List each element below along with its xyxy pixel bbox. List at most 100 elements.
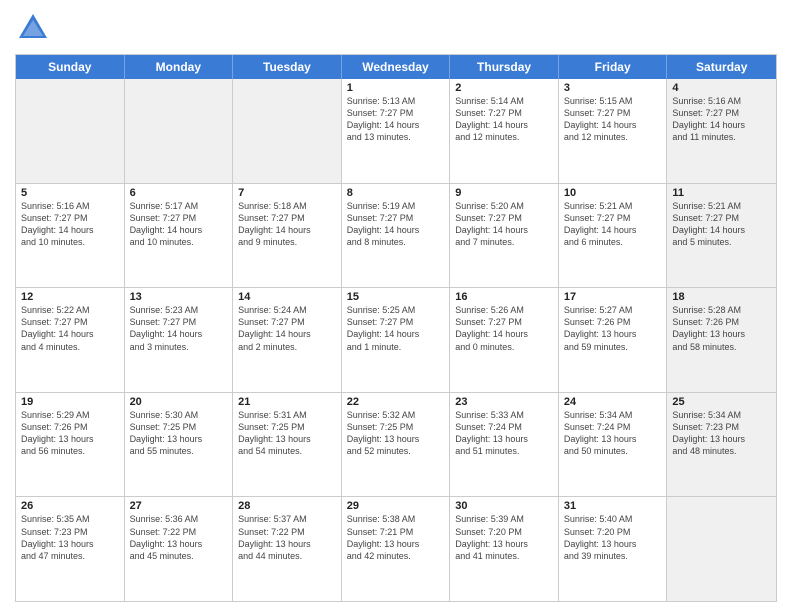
calendar-body: 1Sunrise: 5:13 AM Sunset: 7:27 PM Daylig… <box>16 79 776 601</box>
calendar-cell-day-9: 9Sunrise: 5:20 AM Sunset: 7:27 PM Daylig… <box>450 184 559 288</box>
day-number: 15 <box>347 291 445 303</box>
day-info: Sunrise: 5:25 AM Sunset: 7:27 PM Dayligh… <box>347 304 445 353</box>
day-number: 4 <box>672 82 771 94</box>
calendar-cell-day-18: 18Sunrise: 5:28 AM Sunset: 7:26 PM Dayli… <box>667 288 776 392</box>
day-info: Sunrise: 5:37 AM Sunset: 7:22 PM Dayligh… <box>238 513 336 562</box>
day-number: 5 <box>21 187 119 199</box>
day-number: 24 <box>564 396 662 408</box>
day-info: Sunrise: 5:33 AM Sunset: 7:24 PM Dayligh… <box>455 409 553 458</box>
calendar-cell-day-16: 16Sunrise: 5:26 AM Sunset: 7:27 PM Dayli… <box>450 288 559 392</box>
day-number: 3 <box>564 82 662 94</box>
header <box>15 10 777 46</box>
calendar-cell-empty <box>233 79 342 183</box>
day-info: Sunrise: 5:13 AM Sunset: 7:27 PM Dayligh… <box>347 95 445 144</box>
day-info: Sunrise: 5:29 AM Sunset: 7:26 PM Dayligh… <box>21 409 119 458</box>
calendar-row-2: 12Sunrise: 5:22 AM Sunset: 7:27 PM Dayli… <box>16 287 776 392</box>
day-number: 14 <box>238 291 336 303</box>
calendar-cell-day-6: 6Sunrise: 5:17 AM Sunset: 7:27 PM Daylig… <box>125 184 234 288</box>
calendar-cell-day-1: 1Sunrise: 5:13 AM Sunset: 7:27 PM Daylig… <box>342 79 451 183</box>
calendar-cell-day-20: 20Sunrise: 5:30 AM Sunset: 7:25 PM Dayli… <box>125 393 234 497</box>
day-info: Sunrise: 5:21 AM Sunset: 7:27 PM Dayligh… <box>672 200 771 249</box>
calendar-header: SundayMondayTuesdayWednesdayThursdayFrid… <box>16 55 776 79</box>
calendar-cell-day-27: 27Sunrise: 5:36 AM Sunset: 7:22 PM Dayli… <box>125 497 234 601</box>
day-of-week-sunday: Sunday <box>16 55 125 79</box>
day-number: 2 <box>455 82 553 94</box>
day-number: 28 <box>238 500 336 512</box>
day-of-week-friday: Friday <box>559 55 668 79</box>
calendar-cell-day-31: 31Sunrise: 5:40 AM Sunset: 7:20 PM Dayli… <box>559 497 668 601</box>
day-info: Sunrise: 5:20 AM Sunset: 7:27 PM Dayligh… <box>455 200 553 249</box>
calendar-row-1: 5Sunrise: 5:16 AM Sunset: 7:27 PM Daylig… <box>16 183 776 288</box>
day-number: 27 <box>130 500 228 512</box>
logo <box>15 10 55 46</box>
day-info: Sunrise: 5:40 AM Sunset: 7:20 PM Dayligh… <box>564 513 662 562</box>
day-info: Sunrise: 5:21 AM Sunset: 7:27 PM Dayligh… <box>564 200 662 249</box>
day-info: Sunrise: 5:23 AM Sunset: 7:27 PM Dayligh… <box>130 304 228 353</box>
page: SundayMondayTuesdayWednesdayThursdayFrid… <box>0 0 792 612</box>
day-info: Sunrise: 5:34 AM Sunset: 7:23 PM Dayligh… <box>672 409 771 458</box>
day-of-week-wednesday: Wednesday <box>342 55 451 79</box>
day-number: 23 <box>455 396 553 408</box>
day-number: 13 <box>130 291 228 303</box>
day-info: Sunrise: 5:26 AM Sunset: 7:27 PM Dayligh… <box>455 304 553 353</box>
calendar-row-0: 1Sunrise: 5:13 AM Sunset: 7:27 PM Daylig… <box>16 79 776 183</box>
day-info: Sunrise: 5:16 AM Sunset: 7:27 PM Dayligh… <box>672 95 771 144</box>
day-info: Sunrise: 5:31 AM Sunset: 7:25 PM Dayligh… <box>238 409 336 458</box>
calendar-cell-empty <box>125 79 234 183</box>
day-number: 31 <box>564 500 662 512</box>
calendar-row-4: 26Sunrise: 5:35 AM Sunset: 7:23 PM Dayli… <box>16 496 776 601</box>
calendar-cell-day-30: 30Sunrise: 5:39 AM Sunset: 7:20 PM Dayli… <box>450 497 559 601</box>
calendar-cell-day-11: 11Sunrise: 5:21 AM Sunset: 7:27 PM Dayli… <box>667 184 776 288</box>
day-of-week-saturday: Saturday <box>667 55 776 79</box>
calendar-cell-day-2: 2Sunrise: 5:14 AM Sunset: 7:27 PM Daylig… <box>450 79 559 183</box>
day-number: 30 <box>455 500 553 512</box>
calendar-cell-day-10: 10Sunrise: 5:21 AM Sunset: 7:27 PM Dayli… <box>559 184 668 288</box>
day-number: 12 <box>21 291 119 303</box>
day-info: Sunrise: 5:27 AM Sunset: 7:26 PM Dayligh… <box>564 304 662 353</box>
day-of-week-tuesday: Tuesday <box>233 55 342 79</box>
calendar-cell-day-19: 19Sunrise: 5:29 AM Sunset: 7:26 PM Dayli… <box>16 393 125 497</box>
day-number: 6 <box>130 187 228 199</box>
day-info: Sunrise: 5:28 AM Sunset: 7:26 PM Dayligh… <box>672 304 771 353</box>
calendar-cell-day-3: 3Sunrise: 5:15 AM Sunset: 7:27 PM Daylig… <box>559 79 668 183</box>
calendar-cell-day-7: 7Sunrise: 5:18 AM Sunset: 7:27 PM Daylig… <box>233 184 342 288</box>
day-info: Sunrise: 5:38 AM Sunset: 7:21 PM Dayligh… <box>347 513 445 562</box>
day-number: 8 <box>347 187 445 199</box>
calendar-cell-day-4: 4Sunrise: 5:16 AM Sunset: 7:27 PM Daylig… <box>667 79 776 183</box>
day-info: Sunrise: 5:15 AM Sunset: 7:27 PM Dayligh… <box>564 95 662 144</box>
day-number: 22 <box>347 396 445 408</box>
calendar-cell-day-5: 5Sunrise: 5:16 AM Sunset: 7:27 PM Daylig… <box>16 184 125 288</box>
day-number: 25 <box>672 396 771 408</box>
calendar-cell-day-24: 24Sunrise: 5:34 AM Sunset: 7:24 PM Dayli… <box>559 393 668 497</box>
day-number: 20 <box>130 396 228 408</box>
calendar-cell-empty <box>667 497 776 601</box>
day-info: Sunrise: 5:16 AM Sunset: 7:27 PM Dayligh… <box>21 200 119 249</box>
calendar-cell-day-22: 22Sunrise: 5:32 AM Sunset: 7:25 PM Dayli… <box>342 393 451 497</box>
calendar-cell-day-14: 14Sunrise: 5:24 AM Sunset: 7:27 PM Dayli… <box>233 288 342 392</box>
calendar-cell-day-21: 21Sunrise: 5:31 AM Sunset: 7:25 PM Dayli… <box>233 393 342 497</box>
calendar-row-3: 19Sunrise: 5:29 AM Sunset: 7:26 PM Dayli… <box>16 392 776 497</box>
calendar: SundayMondayTuesdayWednesdayThursdayFrid… <box>15 54 777 602</box>
day-number: 18 <box>672 291 771 303</box>
day-number: 1 <box>347 82 445 94</box>
day-number: 26 <box>21 500 119 512</box>
day-info: Sunrise: 5:17 AM Sunset: 7:27 PM Dayligh… <box>130 200 228 249</box>
day-number: 29 <box>347 500 445 512</box>
day-number: 17 <box>564 291 662 303</box>
calendar-cell-day-15: 15Sunrise: 5:25 AM Sunset: 7:27 PM Dayli… <box>342 288 451 392</box>
calendar-cell-day-23: 23Sunrise: 5:33 AM Sunset: 7:24 PM Dayli… <box>450 393 559 497</box>
day-info: Sunrise: 5:24 AM Sunset: 7:27 PM Dayligh… <box>238 304 336 353</box>
calendar-cell-empty <box>16 79 125 183</box>
day-number: 9 <box>455 187 553 199</box>
logo-icon <box>15 10 51 46</box>
day-info: Sunrise: 5:19 AM Sunset: 7:27 PM Dayligh… <box>347 200 445 249</box>
calendar-cell-day-25: 25Sunrise: 5:34 AM Sunset: 7:23 PM Dayli… <box>667 393 776 497</box>
calendar-cell-day-28: 28Sunrise: 5:37 AM Sunset: 7:22 PM Dayli… <box>233 497 342 601</box>
day-number: 19 <box>21 396 119 408</box>
day-info: Sunrise: 5:34 AM Sunset: 7:24 PM Dayligh… <box>564 409 662 458</box>
day-info: Sunrise: 5:35 AM Sunset: 7:23 PM Dayligh… <box>21 513 119 562</box>
day-info: Sunrise: 5:22 AM Sunset: 7:27 PM Dayligh… <box>21 304 119 353</box>
day-of-week-monday: Monday <box>125 55 234 79</box>
day-info: Sunrise: 5:30 AM Sunset: 7:25 PM Dayligh… <box>130 409 228 458</box>
calendar-cell-day-8: 8Sunrise: 5:19 AM Sunset: 7:27 PM Daylig… <box>342 184 451 288</box>
